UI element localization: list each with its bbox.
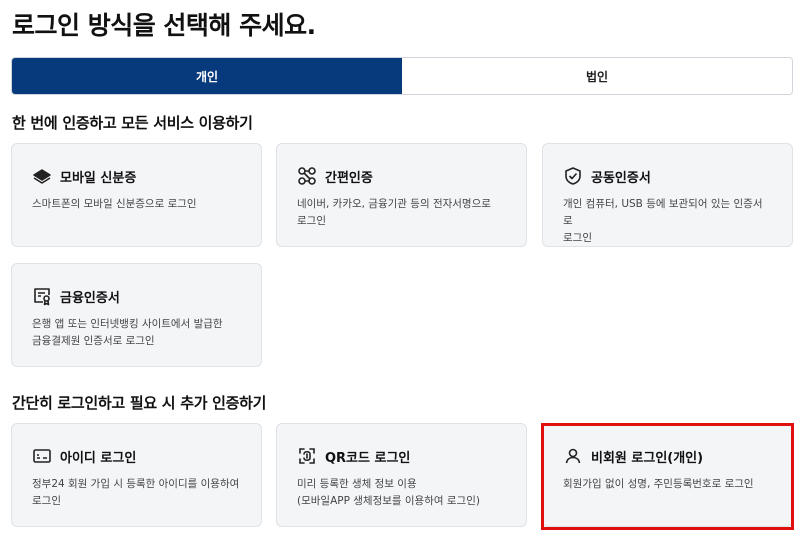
card-title: QR코드 로그인 <box>325 450 411 466</box>
user-icon <box>563 446 583 466</box>
card-description: 미리 등록한 생체 정보 이용 (모바일APP 생체정보를 이용하여 로그인) <box>297 478 480 507</box>
mobile-id-icon <box>32 166 52 186</box>
card-mobile-id[interactable]: 모바일 신분증 스마트폰의 모바일 신분증으로 로그인 <box>11 143 262 247</box>
tab-individual[interactable]: 개인 <box>12 58 402 94</box>
section-title-simple-login: 간단히 로그인하고 필요 시 추가 인증하기 <box>12 394 267 412</box>
qr-code-icon <box>297 446 317 466</box>
simple-auth-icon <box>297 166 317 186</box>
card-description: 네이버, 카카오, 금융기관 등의 전자서명으로 로그인 <box>297 198 491 227</box>
tab-corporate[interactable]: 법인 <box>402 58 792 94</box>
card-description: 스마트폰의 모바일 신분증으로 로그인 <box>32 198 197 210</box>
login-type-tabs: 개인 법인 <box>11 57 793 95</box>
card-description: 정부24 회원 가입 시 등록한 아이디를 이용하여 로그인 <box>32 478 240 507</box>
card-qr-login[interactable]: QR코드 로그인 미리 등록한 생체 정보 이용 (모바일APP 생체정보를 이… <box>276 423 527 527</box>
card-title: 금융인증서 <box>60 290 120 306</box>
card-financial-certificate[interactable]: 금융인증서 은행 앱 또는 인터넷뱅킹 사이트에서 발급한 금융결제원 인증서로… <box>11 263 262 367</box>
id-card-icon <box>32 446 52 466</box>
card-title: 간편인증 <box>325 170 373 186</box>
card-description: 회원가입 없이 성명, 주민등록번호로 로그인 <box>563 478 754 490</box>
card-title: 비회원 로그인(개인) <box>591 450 704 466</box>
card-id-login[interactable]: 아이디 로그인 정부24 회원 가입 시 등록한 아이디를 이용하여 로그인 <box>11 423 262 527</box>
card-simple-auth[interactable]: 간편인증 네이버, 카카오, 금융기관 등의 전자서명으로 로그인 <box>276 143 527 247</box>
certificate-icon <box>32 286 52 306</box>
card-title: 공동인증서 <box>591 170 651 186</box>
card-guest-login[interactable]: 비회원 로그인(개인) 회원가입 없이 성명, 주민등록번호로 로그인 <box>542 423 793 527</box>
card-title: 아이디 로그인 <box>60 450 137 466</box>
card-joint-certificate[interactable]: 공동인증서 개인 컴퓨터, USB 등에 보관되어 있는 인증서로 로그인 <box>542 143 793 247</box>
card-title: 모바일 신분증 <box>60 170 137 186</box>
shield-check-icon <box>563 166 583 186</box>
section-title-full-auth: 한 번에 인증하고 모든 서비스 이용하기 <box>12 114 253 132</box>
card-description: 개인 컴퓨터, USB 등에 보관되어 있는 인증서로 로그인 <box>563 198 763 244</box>
page-title: 로그인 방식을 선택해 주세요. <box>12 11 316 40</box>
card-description: 은행 앱 또는 인터넷뱅킹 사이트에서 발급한 금융결제원 인증서로 로그인 <box>32 318 223 347</box>
